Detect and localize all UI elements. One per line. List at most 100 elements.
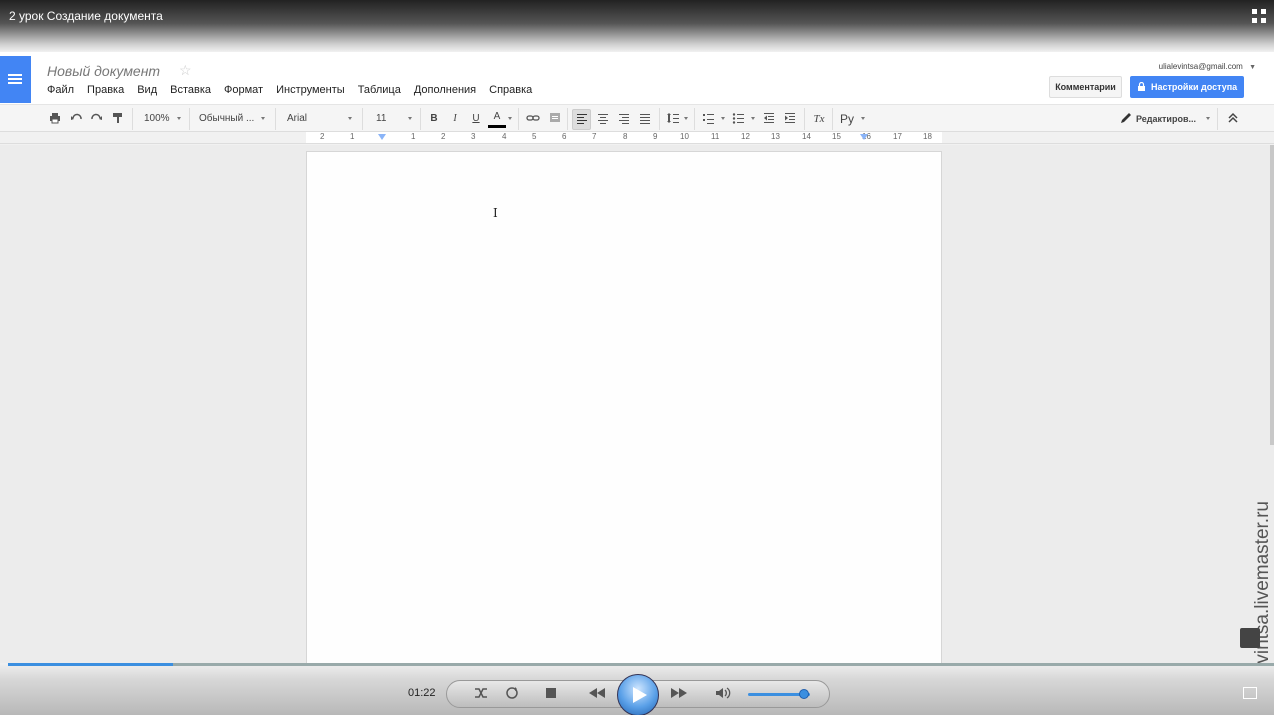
account-menu[interactable]: ulialevintsa@gmail.com ▼ (1159, 62, 1256, 71)
fast-forward-icon (671, 688, 687, 698)
font-size-select[interactable]: 11 (368, 110, 412, 128)
ruler-number: 13 (771, 132, 780, 141)
paint-format-icon (113, 113, 122, 123)
comment-icon (550, 113, 560, 122)
collapse-icon (1228, 112, 1238, 123)
line-spacing-icon (667, 113, 679, 123)
menu-help[interactable]: Справка (489, 84, 532, 96)
editing-mode-icon-wrap (1119, 110, 1133, 128)
video-player-controls: 01:22 (0, 663, 1274, 715)
paint-format-button[interactable] (110, 110, 126, 128)
rewind-button[interactable] (583, 680, 611, 708)
mute-button[interactable] (712, 680, 734, 708)
align-right-icon (619, 114, 629, 124)
menu-bar: Файл Правка Вид Вставка Формат Инструмен… (47, 84, 532, 96)
align-center-button[interactable] (595, 110, 611, 128)
fast-forward-button[interactable] (665, 680, 693, 708)
ruler-number: 1 (411, 132, 416, 141)
menu-insert[interactable]: Вставка (170, 84, 211, 96)
ruler-number: 7 (592, 132, 597, 141)
ruler-number: 4 (502, 132, 507, 141)
menu-view[interactable]: Вид (137, 84, 157, 96)
font-size-value: 11 (376, 113, 387, 124)
ruler-number: 2 (441, 132, 446, 141)
seek-bar[interactable] (8, 663, 1274, 666)
volume-slider-knob[interactable] (799, 689, 809, 699)
ruler-number: 15 (832, 132, 841, 141)
menu-format[interactable]: Формат (224, 84, 263, 96)
play-icon (633, 687, 647, 703)
volume-icon (716, 687, 731, 699)
align-left-button[interactable] (572, 109, 591, 130)
play-button[interactable] (617, 674, 659, 715)
decrease-indent-button[interactable] (761, 110, 777, 128)
align-right-button[interactable] (616, 110, 632, 128)
paragraph-style-select[interactable]: Обычный ... (193, 110, 263, 128)
text-cursor-icon: I (493, 206, 498, 220)
docs-header: Новый документ ☆ Файл Правка Вид Вставка… (0, 52, 1274, 104)
stop-icon (546, 688, 556, 698)
align-center-icon (598, 114, 608, 124)
ruler-number: 3 (471, 132, 476, 141)
link-button[interactable] (525, 110, 541, 128)
input-tools-button[interactable]: Ру (838, 110, 856, 128)
menu-tools[interactable]: Инструменты (276, 84, 345, 96)
clear-formatting-button[interactable]: Tx (810, 110, 828, 128)
menu-table[interactable]: Таблица (358, 84, 401, 96)
docs-logo-icon[interactable] (0, 56, 31, 103)
shuffle-button[interactable] (470, 680, 492, 708)
ruler-number: 9 (653, 132, 658, 141)
undo-icon (71, 113, 82, 120)
shuffle-icon (475, 688, 487, 698)
fullscreen-icon[interactable] (1251, 8, 1267, 24)
decrease-indent-icon (764, 113, 774, 123)
expand-icon[interactable] (1243, 687, 1257, 699)
account-email: ulialevintsa@gmail.com (1158, 62, 1243, 71)
paragraph-style-value: Обычный ... (199, 113, 255, 124)
star-icon[interactable]: ☆ (179, 62, 192, 79)
share-button-label: Настройки доступа (1151, 82, 1238, 92)
justify-button[interactable] (637, 110, 653, 128)
increase-indent-button[interactable] (782, 110, 798, 128)
ruler-number: 2 (320, 132, 325, 141)
font-select[interactable]: Arial (281, 110, 351, 128)
right-indent-marker[interactable] (860, 134, 868, 140)
rewind-icon (589, 688, 605, 698)
menu-addons[interactable]: Дополнения (414, 84, 476, 96)
screen: 2 урок Создание документа Новый документ… (0, 0, 1274, 715)
menu-edit[interactable]: Правка (87, 84, 124, 96)
print-button[interactable] (47, 110, 63, 128)
font-value: Arial (287, 113, 308, 124)
document-title[interactable]: Новый документ (47, 63, 160, 79)
share-button[interactable]: Настройки доступа (1130, 76, 1244, 98)
vertical-scrollbar[interactable] (1270, 145, 1274, 445)
ruler-number: 10 (680, 132, 689, 141)
bulleted-list-icon (732, 113, 744, 124)
document-page[interactable]: I (306, 151, 942, 671)
bold-button[interactable]: B (427, 110, 441, 128)
menu-file[interactable]: Файл (47, 84, 74, 96)
editing-mode-select[interactable]: Редактиров... (1136, 110, 1206, 128)
numbered-list-icon (703, 114, 714, 124)
insert-comment-button[interactable] (547, 110, 563, 128)
underline-button[interactable]: U (469, 110, 483, 128)
left-indent-marker[interactable] (378, 134, 386, 140)
ruler-number: 6 (562, 132, 567, 141)
stop-button[interactable] (540, 680, 562, 708)
repeat-button[interactable] (501, 680, 523, 708)
add-panel-icon[interactable] (1240, 628, 1260, 648)
redo-button[interactable] (89, 110, 105, 128)
bulleted-list-button[interactable] (730, 110, 746, 128)
undo-button[interactable] (68, 110, 84, 128)
comments-button[interactable]: Комментарии (1049, 76, 1122, 98)
collapse-menus-button[interactable] (1225, 110, 1241, 128)
text-color-button[interactable]: A (488, 110, 506, 128)
ruler[interactable]: 2 1 1 2 3 4 5 6 7 8 9 10 11 12 13 14 15 … (0, 132, 1274, 144)
italic-button[interactable]: I (448, 110, 462, 128)
line-spacing-button[interactable] (665, 110, 681, 128)
redo-icon (91, 113, 102, 120)
ruler-number: 5 (532, 132, 537, 141)
numbered-list-button[interactable] (700, 110, 716, 128)
increase-indent-icon (785, 113, 795, 123)
zoom-select[interactable]: 100% (138, 110, 180, 128)
